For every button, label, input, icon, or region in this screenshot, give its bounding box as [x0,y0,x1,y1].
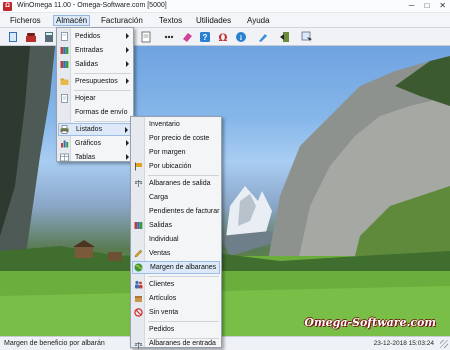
folder-icon [60,77,69,86]
menu-item-por-precio-de-coste[interactable]: Por precio de coste [132,132,220,145]
scale-icon [134,179,143,188]
chevron-right-icon [125,127,128,133]
menu-item-individual[interactable]: Individual [132,233,220,246]
menu-item-albaranes-de-entrada[interactable]: Albaranes de entrada [132,339,220,350]
cursor-icon[interactable] [300,30,314,44]
menu-bar: Ficheros Almacén Facturación Textos Util… [0,13,450,28]
document-icon [60,94,69,103]
menu-item-tablas[interactable]: Tablas [58,151,132,164]
menu-item-margen-de-albaranes[interactable]: Margen de albaranes [132,261,220,274]
scale-icon [134,341,143,350]
menu-ficheros[interactable]: Ficheros [8,15,43,26]
chevron-right-icon [126,47,129,53]
app-name: WinOmega 11.00 [17,2,71,9]
chevron-right-icon [126,140,129,146]
key-icon[interactable] [256,30,270,44]
menu-item-entradas[interactable]: Entradas [58,44,132,57]
svg-text:?: ? [203,33,208,42]
menu-item-formas-de-envio[interactable]: Formas de envío [58,106,132,119]
dots-icon[interactable] [162,30,176,44]
menu-item-sin-venta[interactable]: Sin venta [132,306,220,319]
info-icon[interactable]: i [234,30,248,44]
menu-separator [148,276,219,277]
calculator-icon[interactable] [42,30,56,44]
menu-item-carga[interactable]: Carga [132,191,220,204]
flag-icon [134,162,143,171]
maximize-icon[interactable]: □ [424,1,429,10]
eraser-icon[interactable] [180,30,194,44]
chevron-right-icon [126,61,129,67]
help-icon[interactable]: ? [198,30,212,44]
phone-icon[interactable] [24,30,38,44]
chevron-right-icon [126,33,129,39]
menu-ayuda[interactable]: Ayuda [245,15,272,26]
pencil-icon [134,249,143,258]
menu-item-presupuestos[interactable]: Presupuestos [58,75,132,88]
listados-submenu: Inventario Por precio de coste Por marge… [130,116,222,350]
book-icon[interactable] [6,30,20,44]
chevron-right-icon [126,78,129,84]
chart-icon [60,139,69,148]
menu-separator [74,121,131,122]
menu-item-salidas[interactable]: Salidas [132,219,220,232]
page-icon[interactable] [139,30,153,44]
menu-item-pedidos[interactable]: Pedidos [132,323,220,336]
chevron-right-icon [126,154,129,160]
window-title: WinOmega 11.00 - Omega-Software.com [500… [17,2,167,9]
globe-icon [134,263,143,272]
menu-separator [148,175,219,176]
menu-item-por-margen[interactable]: Por margen [132,146,220,159]
status-datetime: 23-12-2018 15:03:24 [373,340,434,347]
ban-icon [134,308,143,317]
svg-text:Ω: Ω [219,33,228,43]
menu-item-salidas[interactable]: Salidas [58,58,132,71]
table-icon [60,153,69,162]
watermark-text: Omega-Software.com [304,316,436,329]
almacen-menu: Pedidos Entradas Salidas Presupuestos Ho… [56,27,134,162]
box-icon [134,294,143,303]
books-icon [134,221,143,230]
menu-almacen[interactable]: Almacén [53,15,91,26]
books-icon [60,46,69,55]
menu-textos[interactable]: Textos [157,15,184,26]
omega-icon[interactable]: Ω [216,30,230,44]
menu-separator [148,321,219,322]
status-bar: Margen de beneficio por albarán 23-12-20… [0,336,450,350]
title-bar: Ω WinOmega 11.00 - Omega-Software.com [5… [0,0,450,13]
status-message: Margen de beneficio por albarán [4,340,105,347]
menu-item-listados[interactable]: Listados [58,123,132,136]
books-icon [60,60,69,69]
menu-facturacion[interactable]: Facturación [99,15,145,26]
menu-item-albaranes-de-salida[interactable]: Albaranes de salida [132,177,220,190]
users-icon [134,280,143,289]
close-icon[interactable]: ✕ [439,1,446,10]
resize-grip[interactable] [440,340,448,348]
exit-icon[interactable] [278,30,292,44]
site-name: Omega-Software.com [5000] [77,2,167,9]
menu-item-pendientes-de-facturar[interactable]: Pendientes de facturar [132,205,220,218]
minimize-icon[interactable]: ─ [409,1,415,10]
menu-item-pedidos[interactable]: Pedidos [58,30,132,43]
menu-item-por-ubicacion[interactable]: Por ubicación [132,160,220,173]
menu-utilidades[interactable]: Utilidades [194,15,233,26]
menu-item-ventas[interactable]: Ventas [132,247,220,260]
printer-icon [60,125,69,134]
svg-text:i: i [240,34,242,42]
menu-item-inventario[interactable]: Inventario [132,118,220,131]
title-separator: - [72,2,76,9]
menu-item-articulos[interactable]: Artículos [132,292,220,305]
menu-item-clientes[interactable]: Clientes [132,278,220,291]
menu-item-graficos[interactable]: Gráficos [58,137,132,150]
menu-separator [74,90,131,91]
app-icon: Ω [3,2,12,11]
window-controls: ─ □ ✕ [409,1,446,10]
document-icon [60,32,69,41]
menu-item-hojear[interactable]: Hojear [58,92,132,105]
menu-separator [74,73,131,74]
